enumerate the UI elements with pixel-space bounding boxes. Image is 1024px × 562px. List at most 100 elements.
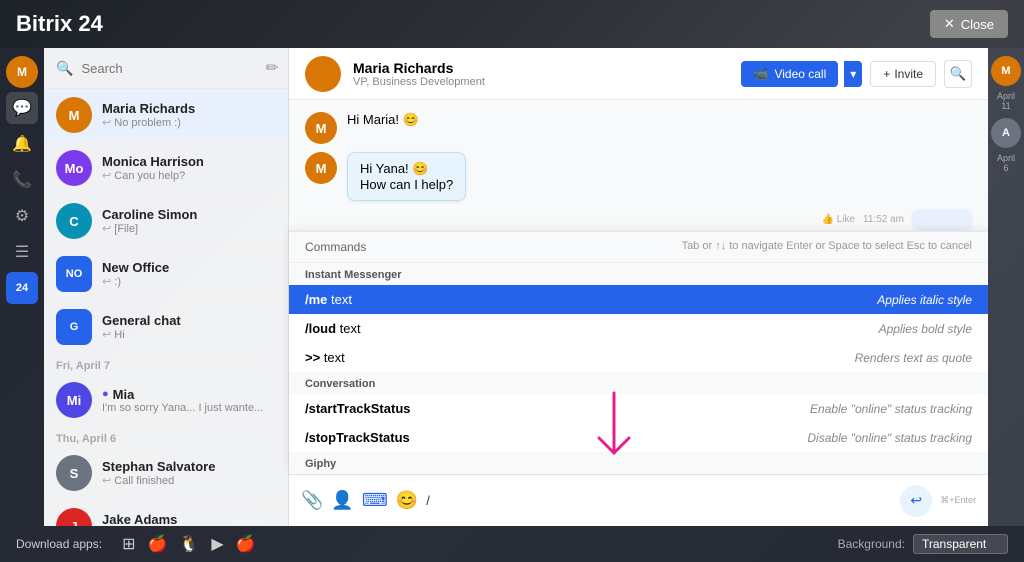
chat-contact-role: VP, Business Development	[353, 76, 485, 88]
commands-title: Commands	[305, 240, 366, 254]
close-x-icon: ✕	[944, 16, 955, 32]
command-menu-header: Commands Tab or ↑↓ to navigate Enter or …	[289, 232, 988, 263]
user-avatar[interactable]: M	[6, 56, 38, 88]
search-messages-button[interactable]: 🔍	[944, 60, 972, 88]
chat-info: General chat ↩ Hi	[102, 313, 276, 341]
search-input[interactable]	[81, 61, 257, 76]
chat-icon-btn[interactable]: 💬	[6, 92, 38, 124]
msg-avatar: M	[305, 112, 337, 144]
tasks-icon-btn[interactable]: ☰	[6, 236, 38, 268]
chat-preview: ↩ Can you help?	[102, 169, 276, 182]
command-item-starttrack[interactable]: /startTrackStatus Enable "online" status…	[289, 394, 988, 423]
attach-icon-btn[interactable]: 📎	[301, 490, 323, 511]
rp-date: April6	[995, 152, 1017, 176]
msg-bubble	[912, 209, 972, 229]
chat-info: Stephan Salvatore ↩ Call finished	[102, 459, 276, 487]
chat-name: General chat	[102, 313, 276, 328]
search-msg-icon: 🔍	[950, 66, 967, 82]
sidebar-search-bar: 🔍 ✏	[44, 48, 288, 89]
google-play-icon[interactable]: ▶	[211, 534, 223, 554]
notifications-icon-btn[interactable]: 🔔	[6, 128, 38, 160]
video-icon: 📹	[753, 67, 768, 81]
chat-item-monica[interactable]: Mo Monica Harrison ↩ Can you help?	[44, 142, 288, 195]
app-title: Bitrix 24	[16, 11, 103, 37]
msg-bubble: Hi Maria! 😊	[347, 112, 419, 128]
message-row: M Hi Maria! 😊	[305, 112, 972, 144]
chat-item-mia[interactable]: Mi ● Mia I'm so sorry Yana... I just wan…	[44, 374, 288, 427]
chat-preview: ↩ Call finished	[102, 474, 276, 487]
like-button[interactable]: 👍 Like	[821, 214, 855, 225]
title-bar: Bitrix 24 ✕ Close	[0, 0, 1024, 48]
phone-icon-btn[interactable]: 📞	[6, 164, 38, 196]
chat-item-maria[interactable]: M Maria Richards ↩ No problem :)	[44, 89, 288, 142]
right-panel: M April11 A April6	[988, 48, 1024, 526]
chat-item-stephan[interactable]: S Stephan Salvatore ↩ Call finished	[44, 447, 288, 500]
message-input[interactable]	[426, 493, 892, 508]
cmd-name: /stopTrackStatus	[305, 430, 485, 445]
chat-name: Monica Harrison	[102, 154, 276, 169]
input-bar: 📎 👤 ⌨ 😊 ↩ ⌘+Enter	[289, 474, 988, 526]
close-button[interactable]: ✕ Close	[930, 10, 1008, 38]
bg-label: Background:	[838, 537, 905, 551]
chat-info: Caroline Simon ↩ [File]	[102, 207, 276, 235]
emoji-icon-btn[interactable]: 😊	[396, 490, 418, 511]
cmd-name: /loud text	[305, 321, 485, 336]
invite-button[interactable]: + Invite	[870, 61, 936, 87]
chat-item-newoffice[interactable]: NO New Office ↩ :)	[44, 248, 288, 301]
chat-header-actions: 📹 Video call ▾ + Invite 🔍	[741, 60, 972, 88]
app-store-icon[interactable]: 🍎	[236, 534, 256, 554]
chat-name: Caroline Simon	[102, 207, 276, 222]
chat-item-jake[interactable]: J Jake Adams ↩ Not now	[44, 500, 288, 526]
avatar: J	[56, 508, 92, 526]
video-call-button[interactable]: 📹 Video call	[741, 61, 838, 87]
command-item-quote[interactable]: >> text Renders text as quote	[289, 343, 988, 372]
date-separator-thursday: Thu, April 6	[44, 427, 288, 447]
cmd-name: /me text	[305, 292, 485, 307]
video-call-dropdown[interactable]: ▾	[844, 61, 862, 87]
command-item-me[interactable]: /me text Applies italic style	[289, 285, 988, 314]
chat-header-avatar	[305, 56, 341, 92]
chat-item-generalchat[interactable]: G General chat ↩ Hi	[44, 301, 288, 354]
avatar: M	[56, 97, 92, 133]
command-item-stoptrack[interactable]: /stopTrackStatus Disable "online" status…	[289, 423, 988, 452]
command-icon-btn[interactable]: ⌨	[362, 490, 388, 511]
cmd-desc: Renders text as quote	[855, 351, 972, 365]
cmd-name: >> text	[305, 350, 485, 365]
compose-icon[interactable]: ✏	[265, 58, 278, 78]
chat-info: ● Mia I'm so sorry Yana... I just wante.…	[102, 387, 276, 414]
avatar: NO	[56, 256, 92, 292]
avatar: Mi	[56, 382, 92, 418]
send-button[interactable]: ↩	[900, 485, 932, 517]
mention-icon-btn[interactable]: 👤	[331, 490, 353, 511]
command-item-loud[interactable]: /loud text Applies bold style	[289, 314, 988, 343]
chat-area: Maria Richards VP, Business Development …	[289, 48, 988, 526]
chat-preview: ↩ :)	[102, 275, 276, 288]
chat-contact-name: Maria Richards	[353, 60, 485, 76]
avatar: S	[56, 455, 92, 491]
b24-logo[interactable]: 24	[6, 272, 38, 304]
giphy-section: Giphy	[289, 452, 988, 474]
windows-icon[interactable]: ⊞	[122, 534, 135, 554]
avatar: Mo	[56, 150, 92, 186]
chat-name: Stephan Salvatore	[102, 459, 276, 474]
chat-info: Maria Richards ↩ No problem :)	[102, 101, 276, 129]
settings-icon-btn[interactable]: ⚙	[6, 200, 38, 232]
cmd-desc: Applies bold style	[879, 322, 972, 336]
apple-icon[interactable]: 🍎	[147, 534, 167, 554]
send-hint: ⌘+Enter	[940, 495, 976, 506]
cmd-desc: Enable "online" status tracking	[810, 402, 972, 416]
chat-item-caroline[interactable]: C Caroline Simon ↩ [File]	[44, 195, 288, 248]
app-store-icons: ⊞ 🍎 🐧 ▶ 🍎	[122, 534, 255, 554]
background-selector: Background: Transparent Dark Light	[838, 534, 1008, 554]
avatar: C	[56, 203, 92, 239]
chat-name: Maria Richards	[102, 101, 276, 116]
chat-preview: ↩ [File]	[102, 222, 276, 235]
chat-info: Monica Harrison ↩ Can you help?	[102, 154, 276, 182]
command-menu: Commands Tab or ↑↓ to navigate Enter or …	[289, 231, 988, 474]
chat-name: ● Mia	[102, 387, 276, 402]
bg-select[interactable]: Transparent Dark Light	[913, 534, 1008, 554]
chat-list: M Maria Richards ↩ No problem :) Mo Moni…	[44, 89, 288, 526]
linux-icon[interactable]: 🐧	[179, 534, 199, 554]
sidebar: 🔍 ✏ M Maria Richards ↩ No problem :) Mo …	[44, 48, 289, 526]
search-icon: 🔍	[56, 60, 73, 77]
